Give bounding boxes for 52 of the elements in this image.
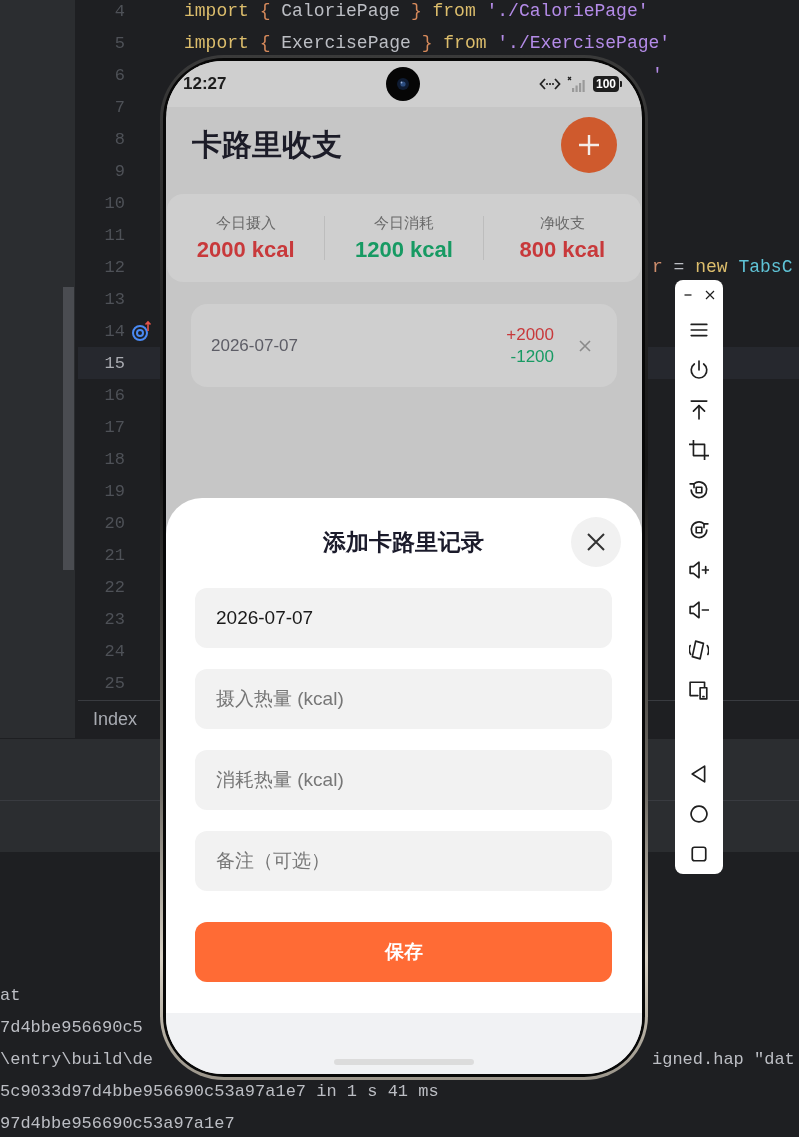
power-icon[interactable] <box>689 360 709 380</box>
crop-icon[interactable] <box>689 440 709 460</box>
editor-tab[interactable]: Index <box>78 701 153 738</box>
status-time: 12:27 <box>183 74 227 94</box>
camera-icon <box>385 67 420 101</box>
back-icon[interactable] <box>690 765 708 783</box>
terminal-text: at <box>0 986 21 1005</box>
close-icon[interactable] <box>704 289 716 301</box>
input-field[interactable]: 摄入热量 (kcal) <box>195 669 612 729</box>
summary-value: 1200 kcal <box>355 236 453 263</box>
intake-amount: +2000 <box>506 324 554 345</box>
dotted-brackets-icon <box>538 77 561 91</box>
terminal-text: 97d4bbe956690c53a97a1e7 <box>0 1114 235 1133</box>
summary-label: 今日消耗 <box>374 213 434 233</box>
terminal-text: igned.hap "dat <box>652 1050 795 1069</box>
volume-down-icon[interactable] <box>689 600 709 620</box>
terminal-text: 7d4bbe956690c5 <box>0 1018 143 1037</box>
scrollbar-thumb[interactable] <box>63 287 74 570</box>
signal-icon <box>566 76 587 92</box>
app-title: 卡路里收支 <box>192 126 342 163</box>
input-field[interactable]: 2026-07-07 <box>195 588 612 648</box>
cross-icon <box>579 339 591 352</box>
plus-icon <box>578 134 600 156</box>
input-field[interactable]: 备注（可选） <box>195 831 612 891</box>
volume-up-icon[interactable] <box>689 560 709 580</box>
burn-amount: -1200 <box>510 346 554 367</box>
summary-value: 2000 kcal <box>196 236 295 263</box>
battery-indicator: 100 <box>592 76 622 92</box>
close-button[interactable] <box>571 517 621 567</box>
summary-value: 800 kcal <box>519 236 606 263</box>
add-button[interactable] <box>561 117 617 173</box>
terminal-text: 5c9033d97d4bbe956690c53a97a1e7 in 1 s 41 ms <box>0 1082 439 1101</box>
input-field[interactable]: 消耗热量 (kcal) <box>195 750 612 810</box>
summary-label: 净收支 <box>539 213 585 233</box>
terminal-text: \entry\build\de <box>0 1050 154 1069</box>
record-date: 2026-07-07 <box>211 335 299 356</box>
record-card[interactable]: 2026-07-07 +2000 -1200 <box>191 304 617 387</box>
rotate-left-icon[interactable] <box>689 480 709 500</box>
summary-label: 今日摄入 <box>215 213 276 233</box>
line-number: 15 <box>104 353 125 373</box>
shake-phone-icon[interactable] <box>689 640 709 660</box>
code-line: r = new TabsC <box>652 257 793 277</box>
recents-icon[interactable] <box>690 845 708 863</box>
code-line: import { ExercisePage } from './ExercisePage' <box>184 33 671 53</box>
home-icon[interactable] <box>690 805 708 823</box>
rotate-right-icon[interactable] <box>689 520 709 540</box>
code-line: import { CaloriePage } from './CaloriePage' <box>184 1 649 21</box>
sheet-title: 添加卡路里记录 <box>323 527 484 557</box>
devices-icon[interactable] <box>689 680 709 700</box>
close-icon <box>586 532 606 552</box>
ring-arrow-icon[interactable] <box>131 320 153 342</box>
code-line: ' <box>652 65 663 85</box>
